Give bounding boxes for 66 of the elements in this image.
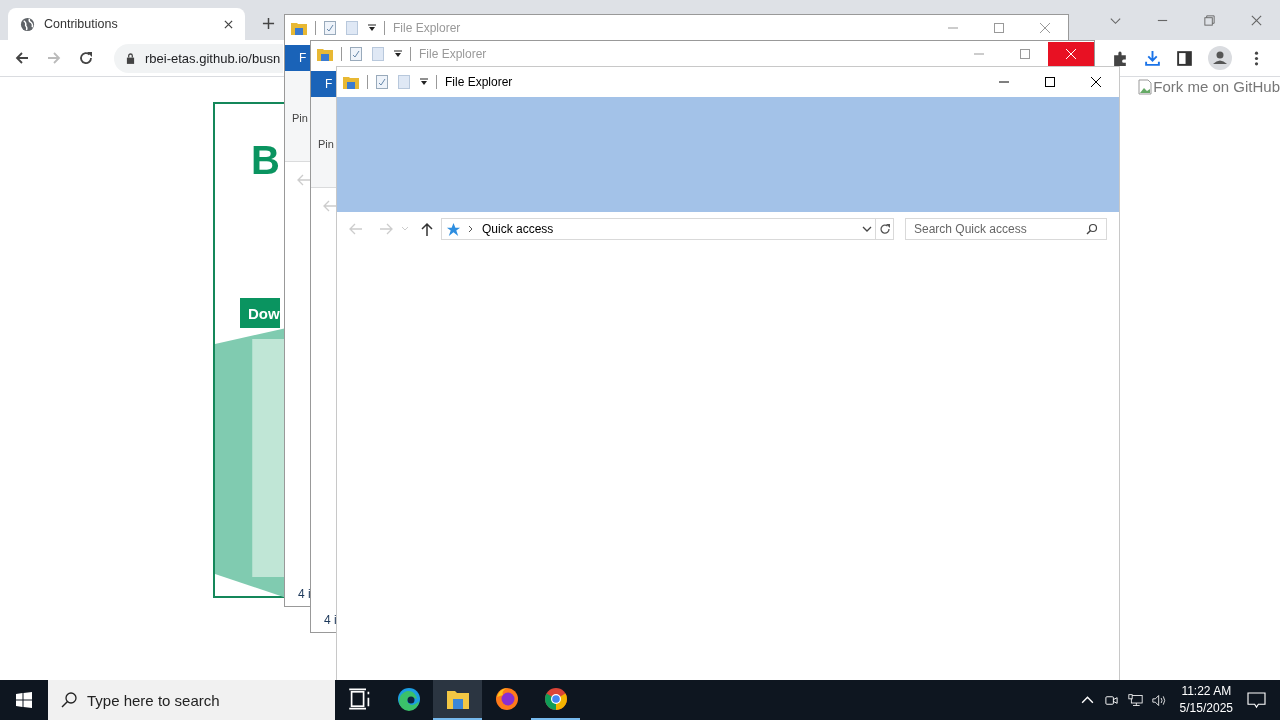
ribbon-label[interactable]: Pin bbox=[292, 112, 308, 124]
page-heading: B bbox=[251, 138, 280, 183]
profile-icon[interactable] bbox=[1208, 46, 1232, 70]
download-icon[interactable] bbox=[1144, 49, 1161, 67]
lock-icon bbox=[126, 52, 135, 64]
up-arrow-icon[interactable] bbox=[421, 222, 433, 236]
star-icon bbox=[446, 221, 461, 237]
chevron-down-icon[interactable] bbox=[862, 226, 872, 232]
network-icon[interactable] bbox=[1127, 692, 1143, 708]
address-field[interactable]: Quick access bbox=[441, 218, 876, 240]
explorer-taskbar-button[interactable] bbox=[433, 680, 482, 720]
properties-icon[interactable] bbox=[324, 21, 336, 35]
maximize-icon bbox=[994, 23, 1004, 33]
properties-icon[interactable] bbox=[350, 47, 362, 61]
back-icon[interactable] bbox=[14, 50, 30, 66]
ribbon-tab[interactable]: F bbox=[285, 45, 311, 71]
status-text: 4 i bbox=[324, 613, 338, 627]
window-title: File Explorer bbox=[393, 21, 461, 35]
folder-icon bbox=[343, 75, 359, 89]
maximize-icon bbox=[1045, 77, 1055, 87]
refresh-button[interactable] bbox=[876, 218, 894, 240]
search-field[interactable]: Type here to search bbox=[48, 680, 335, 720]
notification-icon[interactable] bbox=[1247, 691, 1266, 709]
search-field[interactable]: Search Quick access bbox=[905, 218, 1107, 240]
side-panel-icon[interactable] bbox=[1176, 49, 1193, 67]
globe-icon bbox=[20, 16, 35, 32]
puzzle-icon[interactable] bbox=[1112, 49, 1129, 67]
close-icon bbox=[1091, 77, 1101, 87]
search-icon bbox=[1086, 223, 1098, 235]
restore-icon[interactable] bbox=[1203, 14, 1216, 27]
close-icon[interactable] bbox=[224, 19, 233, 29]
status-text: 4 i bbox=[298, 587, 312, 601]
speaker-icon[interactable] bbox=[1151, 692, 1167, 708]
close-icon bbox=[1066, 49, 1076, 59]
search-icon bbox=[61, 692, 77, 708]
task-view-icon bbox=[347, 687, 372, 711]
refresh-icon bbox=[878, 223, 891, 235]
clock-time[interactable]: 11:22 AM bbox=[1181, 683, 1232, 700]
folder-icon bbox=[291, 21, 307, 35]
clock-date[interactable]: 5/15/2025 bbox=[1179, 700, 1233, 717]
close-button[interactable] bbox=[1048, 41, 1094, 67]
close-icon[interactable] bbox=[1250, 14, 1263, 27]
close-icon bbox=[1040, 23, 1050, 33]
swirl-logo-icon bbox=[396, 687, 421, 711]
properties-icon[interactable] bbox=[376, 75, 388, 89]
browser-tab[interactable]: Contributions bbox=[8, 8, 245, 40]
maximize-icon bbox=[1020, 49, 1030, 59]
window-title: File Explorer bbox=[445, 75, 513, 89]
folder-icon bbox=[317, 47, 333, 61]
fork-image[interactable]: Fork me on GitHub bbox=[1138, 78, 1280, 95]
chevron-right-icon bbox=[468, 225, 474, 233]
ribbon-tab[interactable]: F bbox=[311, 71, 337, 97]
new-tab-icon[interactable] bbox=[262, 17, 275, 30]
caret-icon[interactable] bbox=[420, 78, 428, 86]
download-button[interactable]: Dow bbox=[240, 298, 280, 328]
round-logo-icon bbox=[543, 687, 568, 711]
fox-globe-icon bbox=[494, 687, 519, 711]
broken-image-icon bbox=[1138, 78, 1153, 95]
window-title: File Explorer bbox=[419, 47, 487, 61]
start-icon[interactable] bbox=[16, 692, 32, 708]
caret-icon[interactable] bbox=[394, 50, 402, 58]
tab-title: Contributions bbox=[44, 17, 119, 31]
ribbon-label[interactable]: Pin bbox=[318, 138, 334, 150]
reload-icon[interactable] bbox=[78, 50, 94, 66]
caret-icon[interactable] bbox=[368, 24, 376, 32]
address-bar[interactable]: rbei-etas.github.io/busn bbox=[114, 43, 283, 73]
